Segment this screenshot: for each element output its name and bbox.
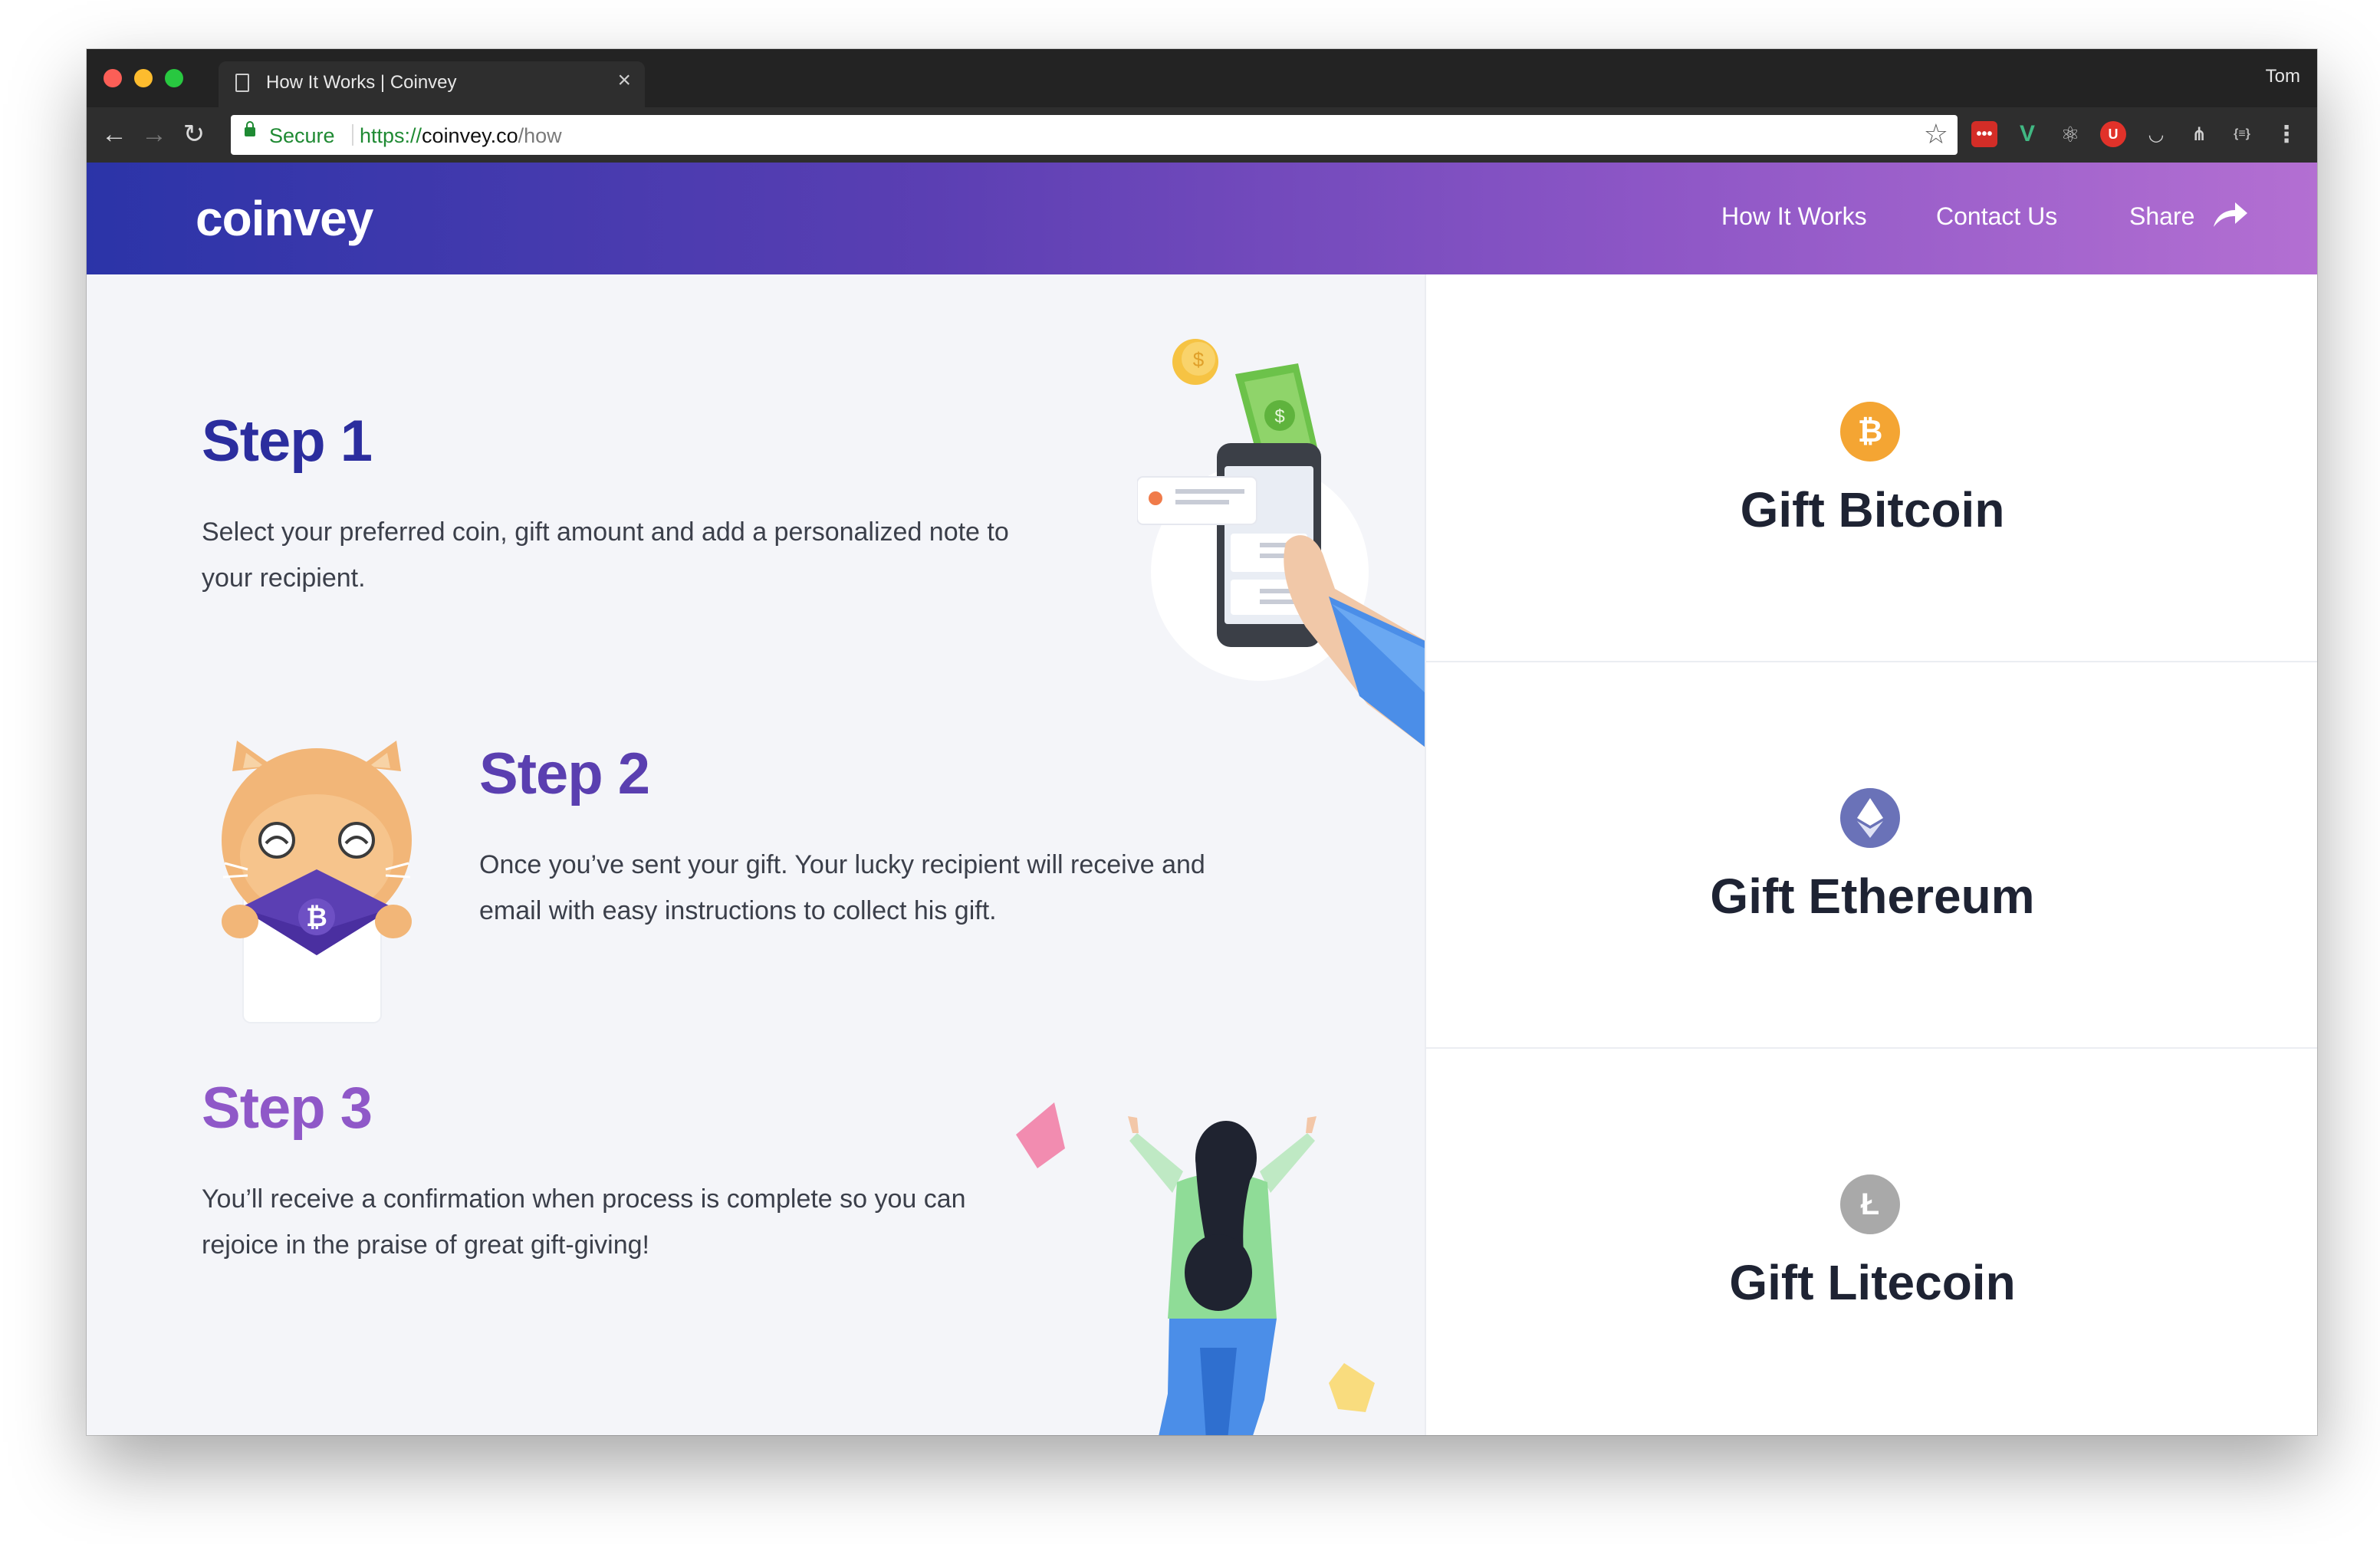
- gift-bitcoin-label: Gift Bitcoin: [1740, 482, 2005, 537]
- browser-toolbar: ← → ↻ Secure https://coinvey.co/how ☆ ••…: [87, 107, 2317, 163]
- share-arrow-icon[interactable]: [2211, 199, 2249, 230]
- nav-share[interactable]: Share: [2129, 202, 2194, 231]
- celebration-illustration: [1016, 1102, 1375, 1435]
- step-1-title: Step 1: [202, 409, 373, 474]
- ethereum-diamond-icon: [1857, 798, 1883, 838]
- url-text[interactable]: https://coinvey.co/how: [360, 124, 562, 148]
- step-3-text: You’ll receive a confirmation when proce…: [202, 1184, 966, 1260]
- step-3-title: Step 3: [202, 1076, 373, 1141]
- svg-text:$: $: [1274, 406, 1284, 427]
- extension-vue-icon[interactable]: V: [2014, 121, 2040, 147]
- gift-bitcoin-card[interactable]: ₿ Gift Bitcoin: [1426, 274, 2317, 662]
- site-logo[interactable]: coinvey: [196, 190, 373, 247]
- extension-pocket-icon[interactable]: ◡: [2143, 121, 2169, 147]
- close-window-button[interactable]: [104, 69, 122, 87]
- back-icon[interactable]: ←: [99, 117, 130, 152]
- cat-envelope-illustration: ₿: [222, 741, 412, 1023]
- extension-react-icon[interactable]: ⚛: [2057, 121, 2083, 147]
- phone-payment-illustration: $ $: [1137, 339, 1428, 750]
- bitcoin-icon: ₿: [1840, 402, 1900, 462]
- step-1-text: Select your preferred coin, gift amount …: [202, 517, 1009, 593]
- extension-shield-icon[interactable]: U: [2100, 121, 2126, 147]
- svg-text:$: $: [1193, 348, 1205, 371]
- reload-icon[interactable]: ↻: [179, 117, 209, 152]
- step-2-text: Once you’ve sent your gift. Your lucky r…: [479, 850, 1205, 925]
- gift-litecoin-card[interactable]: Ł Gift Litecoin: [1426, 1047, 2317, 1434]
- browser-window: How It Works | Coinvey × Tom ← → ↻ Secur…: [87, 49, 2317, 1435]
- close-tab-icon[interactable]: ×: [617, 69, 631, 92]
- browser-menu-icon[interactable]: ⋮: [2273, 121, 2299, 147]
- gift-litecoin-label: Gift Litecoin: [1729, 1255, 2016, 1310]
- tab-bar: How It Works | Coinvey × Tom: [87, 49, 2317, 107]
- how-it-works-section: Step 1 Select your preferred coin, gift …: [87, 274, 1428, 1435]
- extension-json-icon[interactable]: {≡}: [2229, 121, 2255, 147]
- nav-how-it-works[interactable]: How It Works: [1721, 202, 1867, 231]
- gift-ethereum-label: Gift Ethereum: [1710, 869, 2035, 924]
- lock-icon: [245, 121, 255, 136]
- gift-ethereum-card[interactable]: Gift Ethereum: [1426, 661, 2317, 1049]
- site-header: coinvey How It Works Contact Us Share: [87, 163, 2317, 274]
- forward-icon[interactable]: →: [139, 117, 169, 152]
- step-2-title: Step 2: [479, 741, 650, 806]
- ethereum-icon: [1840, 788, 1900, 848]
- tab-title: How It Works | Coinvey: [266, 72, 457, 93]
- browser-tab[interactable]: How It Works | Coinvey ×: [219, 61, 645, 107]
- svg-text:₿: ₿: [306, 903, 327, 932]
- extension-graph-icon[interactable]: ⋔: [2186, 121, 2212, 147]
- bookmark-star-icon[interactable]: ☆: [1924, 118, 1948, 150]
- profile-name[interactable]: Tom: [2266, 66, 2300, 87]
- nav-contact-us[interactable]: Contact Us: [1936, 202, 2057, 231]
- address-bar[interactable]: Secure https://coinvey.co/how ☆: [231, 115, 1958, 155]
- extension-lastpass-icon[interactable]: •••: [1971, 121, 1997, 147]
- secure-label: Secure: [269, 124, 335, 147]
- url-separator: [352, 124, 353, 146]
- page-icon: [235, 74, 249, 92]
- litecoin-icon: Ł: [1840, 1174, 1900, 1234]
- zoom-window-button[interactable]: [165, 69, 183, 87]
- gift-options-panel: ₿ Gift Bitcoin Gift Ethereum Ł Gift Lite…: [1425, 274, 2317, 1435]
- minimize-window-button[interactable]: [134, 69, 153, 87]
